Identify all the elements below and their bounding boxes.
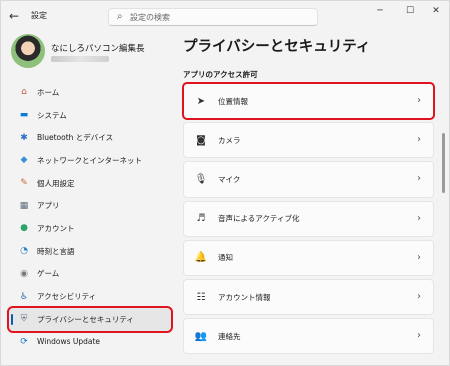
- row-notifications[interactable]: 🔔 通知 ›: [183, 239, 434, 276]
- row-contacts[interactable]: 👥 連絡先 ›: [183, 318, 434, 355]
- sidebar-item-label: 時刻と言語: [37, 246, 75, 256]
- sidebar-item-windows-update[interactable]: ⟳ Windows Update: [9, 331, 171, 354]
- sidebar-item-label: アクセシビリティ: [37, 292, 97, 302]
- sidebar-item-label: ホーム: [37, 87, 60, 97]
- row-label: 位置情報: [218, 96, 248, 106]
- bell-icon: 🔔: [194, 252, 208, 264]
- apps-icon: ▦: [19, 200, 29, 211]
- sidebar-item-system[interactable]: ▬ システム: [9, 104, 171, 127]
- network-icon: ◆: [20, 155, 28, 166]
- sidebar-item-label: プライバシーとセキュリティ: [37, 314, 134, 324]
- sidebar-item-privacy-security[interactable]: ⛨ プライバシーとセキュリティ: [7, 305, 173, 333]
- row-location[interactable]: ➤ 位置情報 ›: [182, 81, 435, 121]
- row-microphone[interactable]: 🎙 マイク ›: [183, 161, 434, 198]
- row-label: 連絡先: [218, 331, 241, 341]
- chevron-right-icon: ›: [417, 134, 421, 146]
- sidebar-nav: ⌂ ホーム ▬ システム ✱ Bluetooth とデバイス ◆ ネットワークとインター…: [7, 81, 173, 354]
- page-title: プライバシーとセキュリティ: [183, 39, 371, 55]
- sidebar-item-bluetooth[interactable]: ✱ Bluetooth とデバイス: [9, 126, 171, 149]
- sidebar-item-accessibility[interactable]: ♿ アクセシビリティ: [9, 285, 171, 308]
- chevron-right-icon: ›: [417, 330, 421, 342]
- sidebar-item-home[interactable]: ⌂ ホーム: [9, 81, 171, 104]
- avatar: [11, 34, 45, 68]
- microphone-icon: 🎙: [194, 173, 208, 185]
- search-icon: ⌕: [117, 11, 123, 22]
- sidebar-item-label: アプリ: [37, 201, 60, 211]
- sidebar-item-label: システム: [37, 110, 67, 120]
- bluetooth-icon: ✱: [20, 132, 28, 143]
- chevron-right-icon: ›: [417, 251, 421, 263]
- maximize-button[interactable]: ☐: [400, 6, 420, 16]
- voice-icon: ♬: [196, 213, 206, 225]
- home-icon: ⌂: [21, 87, 27, 98]
- row-label: マイク: [218, 174, 241, 184]
- account-icon: ●: [20, 223, 28, 234]
- chevron-right-icon: ›: [417, 173, 421, 185]
- row-label: アカウント情報: [218, 292, 271, 302]
- monitor-icon: ▬: [19, 110, 29, 121]
- section-heading: アプリのアクセス許可: [183, 70, 258, 79]
- close-button[interactable]: ✕: [426, 6, 446, 16]
- back-arrow-icon[interactable]: ←: [9, 9, 19, 23]
- camera-icon: ◙: [196, 134, 206, 146]
- accessibility-icon: ♿: [19, 291, 29, 302]
- sidebar-item-label: 個人用設定: [37, 178, 75, 188]
- location-arrow-icon: ➤: [196, 95, 206, 107]
- sidebar-item-time-language[interactable]: ◔ 時刻と言語: [9, 240, 171, 263]
- brush-icon: ✎: [20, 178, 28, 189]
- title-bar: ← 設定 ⌕ 設定の検索 ─ ☐ ✕: [1, 1, 450, 31]
- settings-window: ← 設定 ⌕ 設定の検索 ─ ☐ ✕ なにしろパソコン編集長 ⌂ ホーム ▬ システ…: [0, 0, 450, 366]
- sidebar-item-label: ゲーム: [37, 269, 60, 279]
- contacts-icon: 👥: [194, 330, 208, 342]
- row-label: カメラ: [218, 135, 241, 145]
- globe-clock-icon: ◔: [20, 246, 28, 257]
- sidebar-item-network[interactable]: ◆ ネットワークとインターネット: [9, 149, 171, 172]
- app-title: 設定: [31, 11, 47, 20]
- search-box[interactable]: ⌕ 設定の検索: [108, 8, 318, 26]
- permission-list: ➤ 位置情報 › ◙ カメラ › 🎙 マイク › ♬ 音声によるアクティブ化 › 🔔 通知 › ☷ ア…: [182, 81, 435, 357]
- user-name: なにしろパソコン編集長: [51, 44, 145, 54]
- sidebar-item-accounts[interactable]: ● アカウント: [9, 217, 171, 240]
- sidebar-item-gaming[interactable]: ◉ ゲーム: [9, 263, 171, 286]
- search-input[interactable]: 設定の検索: [130, 12, 170, 23]
- gamepad-icon: ◉: [20, 268, 28, 279]
- sidebar-item-label: Windows Update: [37, 337, 101, 347]
- user-email-redacted: [51, 56, 109, 62]
- account-info-icon: ☷: [196, 291, 206, 303]
- chevron-right-icon: ›: [417, 290, 421, 302]
- row-voice-activation[interactable]: ♬ 音声によるアクティブ化 ›: [183, 200, 434, 237]
- chevron-right-icon: ›: [417, 95, 421, 106]
- sidebar-item-personalization[interactable]: ✎ 個人用設定: [9, 172, 171, 195]
- sidebar-item-label: Bluetooth とデバイス: [37, 133, 114, 143]
- chevron-right-icon: ›: [417, 212, 421, 224]
- sidebar-item-apps[interactable]: ▦ アプリ: [9, 194, 171, 217]
- update-icon: ⟳: [20, 336, 28, 347]
- row-label: 音声によるアクティブ化: [218, 214, 300, 224]
- row-account-info[interactable]: ☷ アカウント情報 ›: [183, 278, 434, 316]
- sidebar-item-label: アカウント: [37, 223, 75, 233]
- sidebar-item-label: ネットワークとインターネット: [37, 155, 142, 165]
- minimize-button[interactable]: ─: [370, 6, 390, 16]
- row-label: 通知: [218, 253, 233, 263]
- shield-icon: ⛨: [20, 314, 28, 325]
- scrollbar[interactable]: [442, 133, 445, 193]
- row-camera[interactable]: ◙ カメラ ›: [183, 122, 434, 159]
